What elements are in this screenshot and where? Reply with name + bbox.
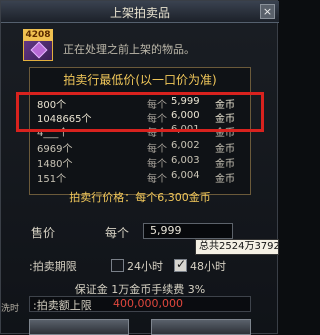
limit-label: :拍卖额上限 <box>33 299 92 312</box>
market-row: 1480个 每个 6,003 金币 <box>35 155 253 170</box>
checkbox-24h-label: 24小时 <box>127 260 163 273</box>
row-price: 6,003 <box>171 155 200 166</box>
market-header: 拍卖行最低价(以一口价为准) <box>63 73 217 87</box>
listing-window: 上架拍卖品 × 4208 正在处理之前上架的物品。 拍卖行最低价(以一口价为准)… <box>0 0 279 335</box>
checkbox-48h-label: 48小时 <box>190 260 226 273</box>
window-title: 上架拍卖品 <box>109 6 170 20</box>
row-qty: 151个 <box>37 174 67 185</box>
period-label: :拍卖期限 <box>29 260 77 273</box>
checkbox-24h[interactable] <box>111 259 124 272</box>
market-row: 151个 每个 6,004 金币 <box>35 170 253 185</box>
left-edge-text: 洗时 <box>1 304 20 314</box>
row-unit: 金币 <box>215 144 235 155</box>
total-tooltip: 总共2524万3792 <box>195 239 279 255</box>
row-per: 每个 <box>147 159 167 170</box>
gem-icon <box>30 41 48 59</box>
price-label: 售价 <box>31 226 56 240</box>
checkbox-48h[interactable] <box>174 257 187 272</box>
row-price: 6,002 <box>171 140 200 151</box>
item-badge: 4208 <box>23 29 53 41</box>
cancel-button[interactable] <box>151 319 251 335</box>
row-price: 6,004 <box>171 170 200 181</box>
each-label: 每个 <box>105 226 130 240</box>
fee-text: 保证金 1万金币手续费 3% <box>74 283 206 296</box>
row-per: 每个 <box>147 174 167 185</box>
price-input[interactable]: 5,999 <box>143 223 233 239</box>
market-row: 6969个 每个 6,002 金币 <box>35 140 253 155</box>
row-per: 每个 <box>147 144 167 155</box>
confirm-button[interactable] <box>29 319 129 335</box>
row-qty: 1480个 <box>37 159 73 170</box>
row-unit: 金币 <box>215 174 235 185</box>
auction-price: 拍卖行价格：每个6,300金币 <box>69 191 211 204</box>
row-unit: 金币 <box>215 159 235 170</box>
row-qty: 6969个 <box>37 144 73 155</box>
title-bar: 上架拍卖品 × <box>1 1 279 23</box>
item-icon: 4208 <box>23 29 53 61</box>
limit-value: 400,000,000 <box>113 297 183 310</box>
status-text: 正在处理之前上架的物品。 <box>63 43 195 56</box>
close-icon[interactable]: × <box>260 4 275 19</box>
highlight-box <box>16 92 264 132</box>
